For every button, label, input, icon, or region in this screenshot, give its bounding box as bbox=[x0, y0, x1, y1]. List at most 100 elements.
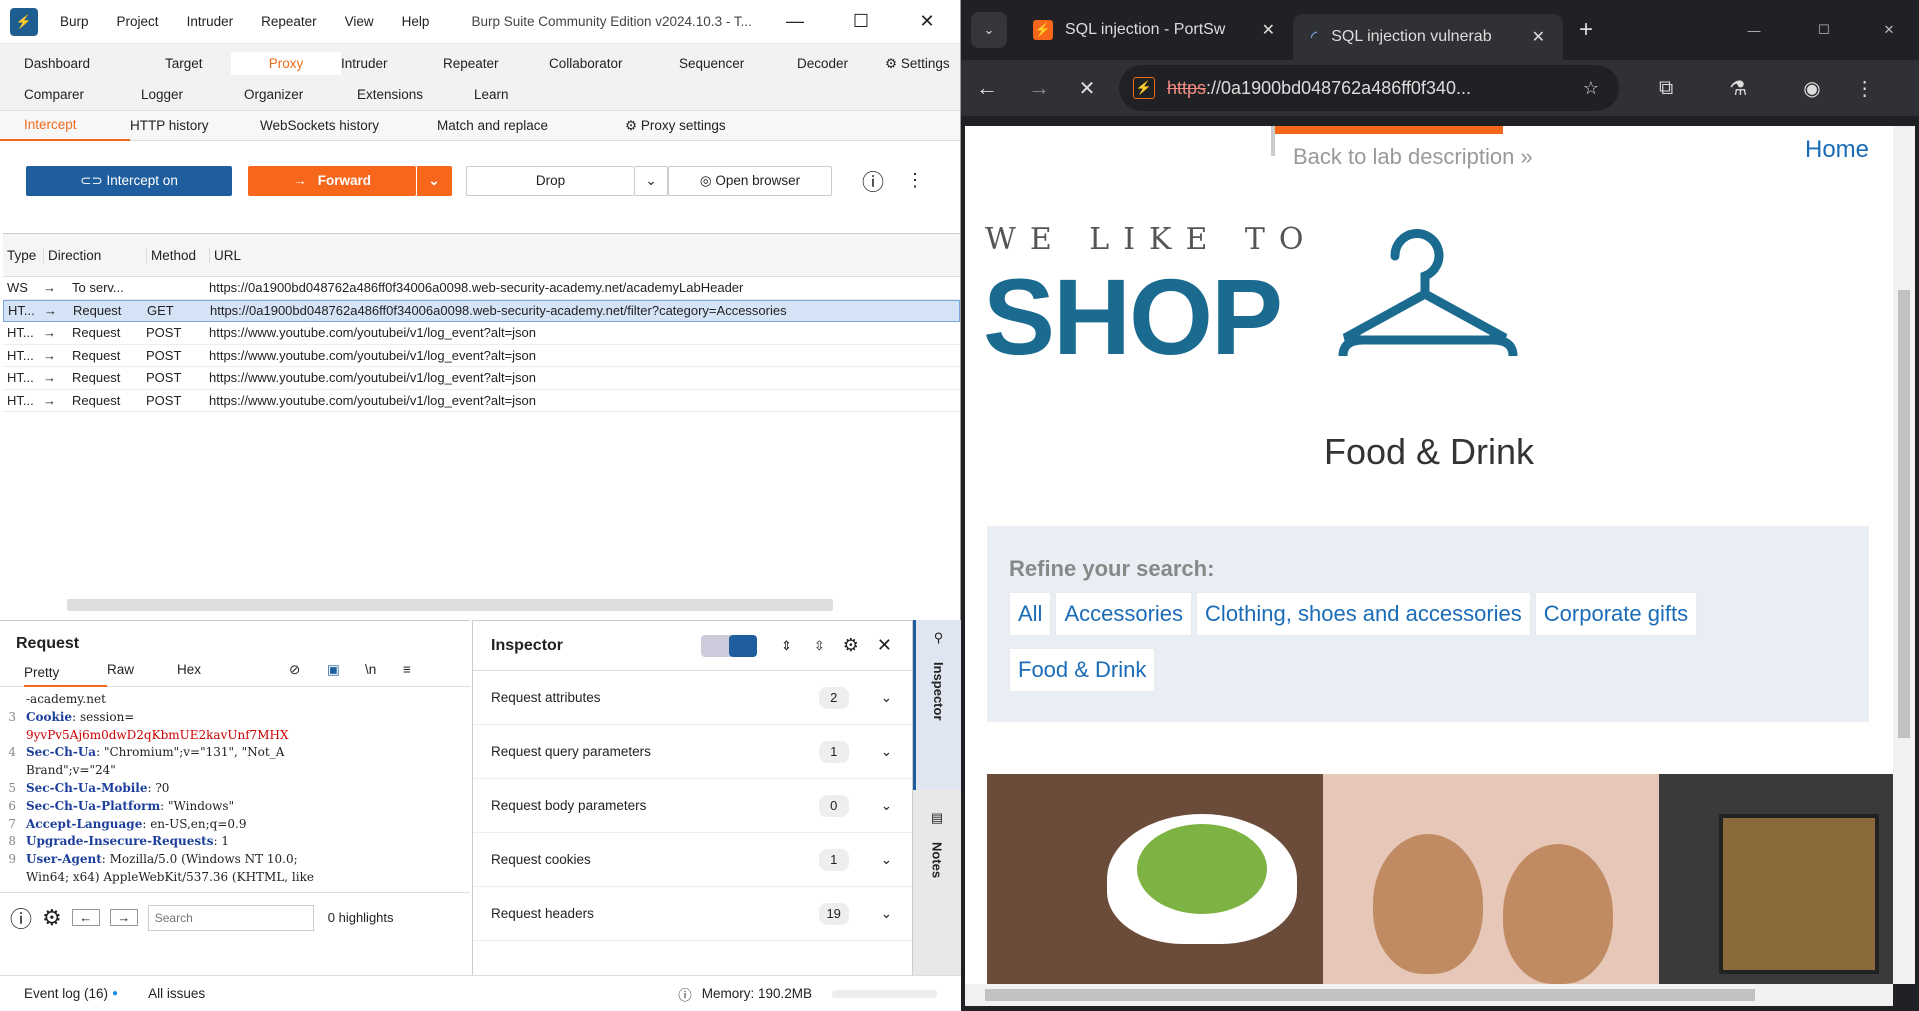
more-options-icon[interactable]: ⋮ bbox=[906, 170, 924, 191]
extensions-icon[interactable]: ⧉ bbox=[1659, 77, 1673, 100]
subtab-websockets-history[interactable]: WebSockets history bbox=[260, 118, 437, 133]
menu-help[interactable]: Help bbox=[402, 14, 430, 29]
inspector-section[interactable]: Request body parameters 0 ⌄ bbox=[473, 779, 912, 833]
open-browser-button[interactable]: ◎ Open browser bbox=[668, 165, 832, 196]
subtab-intercept[interactable]: Intercept bbox=[0, 111, 130, 141]
table-row[interactable]: WS → To serv... https://0a1900bd048762a4… bbox=[3, 277, 960, 300]
product-image-grill[interactable] bbox=[1659, 774, 1893, 984]
event-log-link[interactable]: Event log (16) bbox=[24, 986, 108, 1001]
forward-button[interactable]: → Forward bbox=[248, 165, 416, 196]
menu-icon[interactable]: ⋮ bbox=[1855, 76, 1875, 101]
all-issues-link[interactable]: All issues bbox=[148, 986, 205, 1001]
wrap-icon[interactable]: ▣ bbox=[327, 662, 365, 678]
inspector-section[interactable]: Request attributes 2 ⌄ bbox=[473, 671, 912, 725]
side-tab-inspector[interactable]: ⚲ Inspector bbox=[913, 620, 961, 790]
hide-icon[interactable]: ⊘ bbox=[289, 662, 327, 678]
tab-settings[interactable]: ⚙ Settings bbox=[885, 56, 950, 72]
drop-button[interactable]: Drop bbox=[466, 165, 634, 196]
close-icon[interactable]: ✕ bbox=[1859, 22, 1919, 38]
proxy-settings-button[interactable]: ⚙ Proxy settings bbox=[625, 118, 726, 134]
back-arrow-icon[interactable]: ← bbox=[71, 909, 100, 926]
minimize-icon[interactable]: — bbox=[1719, 23, 1789, 38]
tab-repeater[interactable]: Repeater bbox=[443, 56, 549, 71]
browser-tab-2[interactable]: ◜ SQL injection vulnerab ✕ bbox=[1293, 14, 1563, 60]
back-to-lab-home-button[interactable] bbox=[1273, 126, 1503, 134]
new-tab-icon[interactable]: + bbox=[1579, 16, 1593, 44]
tab-decoder[interactable]: Decoder bbox=[797, 56, 885, 71]
forward-dropdown-icon[interactable]: ⌄ bbox=[416, 165, 452, 196]
tab-search-icon[interactable]: ⌄ bbox=[971, 12, 1007, 48]
forward-icon[interactable]: → bbox=[1013, 75, 1065, 101]
menu-view[interactable]: View bbox=[345, 14, 374, 29]
col-direction[interactable]: Direction bbox=[43, 247, 146, 263]
address-bar[interactable]: ⚡ https ://0a1900bd048762a486ff0f340... … bbox=[1119, 65, 1619, 111]
table-row[interactable]: HT... → Request GET https://0a1900bd0487… bbox=[3, 299, 960, 322]
subtab-http-history[interactable]: HTTP history bbox=[130, 118, 260, 133]
tab-extensions[interactable]: Extensions bbox=[357, 87, 474, 102]
category-filter[interactable]: Corporate gifts bbox=[1534, 592, 1698, 636]
close-tab-icon[interactable]: ✕ bbox=[1532, 27, 1545, 47]
category-filter[interactable]: Food & Drink bbox=[1009, 648, 1156, 692]
intercept-toggle-button[interactable]: ⊂⊃ Intercept on bbox=[26, 165, 232, 196]
product-image-sprouts[interactable] bbox=[987, 774, 1323, 984]
product-image-eggs[interactable] bbox=[1323, 774, 1659, 984]
tab-collaborator[interactable]: Collaborator bbox=[549, 56, 679, 71]
table-row[interactable]: HT... → Request POST https://www.youtube… bbox=[3, 390, 960, 412]
category-filter[interactable]: All bbox=[1009, 592, 1052, 636]
back-to-description-link[interactable]: Back to lab description » bbox=[1293, 144, 1533, 170]
labs-icon[interactable]: ⚗ bbox=[1729, 76, 1747, 101]
inspector-section[interactable]: Request headers 19 ⌄ bbox=[473, 887, 912, 941]
forward-arrow-icon[interactable]: → bbox=[109, 909, 138, 926]
vertical-scrollbar[interactable] bbox=[1893, 126, 1915, 984]
site-info-icon[interactable]: ⚡ bbox=[1133, 77, 1155, 99]
category-filter[interactable]: Clothing, shoes and accessories bbox=[1196, 592, 1531, 636]
close-icon[interactable]: ✕ bbox=[877, 635, 892, 656]
collapse-icon[interactable]: ⇳ bbox=[814, 638, 825, 654]
tab-learn[interactable]: Learn bbox=[474, 87, 509, 102]
bookmark-star-icon[interactable]: ☆ bbox=[1583, 78, 1599, 99]
menu-intruder[interactable]: Intruder bbox=[187, 14, 234, 29]
request-editor[interactable]: -academy.net 3 Cookie: session= 9yvPv5Aj6m0… bbox=[0, 687, 470, 892]
tab-organizer[interactable]: Organizer bbox=[244, 87, 357, 102]
side-tab-notes[interactable]: ▤ Notes bbox=[913, 790, 961, 878]
scroll-thumb[interactable] bbox=[1898, 290, 1910, 738]
browser-tab-1[interactable]: ⚡ SQL injection - PortSw ✕ bbox=[1015, 11, 1293, 49]
search-input[interactable] bbox=[147, 904, 314, 931]
horizontal-scrollbar[interactable] bbox=[67, 599, 833, 611]
tab-sequencer[interactable]: Sequencer bbox=[679, 56, 797, 71]
inspector-section[interactable]: Request query parameters 1 ⌄ bbox=[473, 725, 912, 779]
drop-dropdown-icon[interactable]: ⌄ bbox=[634, 165, 668, 196]
menu-icon[interactable]: ≡ bbox=[403, 662, 411, 677]
tab-comparer[interactable]: Comparer bbox=[24, 87, 141, 102]
tab-intruder[interactable]: Intruder bbox=[341, 56, 443, 71]
maximize-icon[interactable]: ☐ bbox=[828, 11, 894, 32]
newline-icon[interactable]: \n bbox=[365, 662, 403, 677]
home-link[interactable]: Home bbox=[1805, 136, 1869, 164]
col-type[interactable]: Type bbox=[3, 248, 43, 263]
minimize-icon[interactable]: — bbox=[762, 11, 828, 32]
inspector-section[interactable]: Request cookies 1 ⌄ bbox=[473, 833, 912, 887]
table-row[interactable]: HT... → Request POST https://www.youtube… bbox=[3, 345, 960, 367]
tab-raw[interactable]: Raw bbox=[107, 662, 177, 677]
table-row[interactable]: HT... → Request POST https://www.youtube… bbox=[3, 322, 960, 345]
stop-icon[interactable]: ✕ bbox=[1065, 76, 1109, 101]
col-method[interactable]: Method bbox=[146, 247, 209, 263]
tab-proxy[interactable]: Proxy bbox=[231, 52, 341, 75]
close-tab-icon[interactable]: ✕ bbox=[1262, 20, 1275, 40]
maximize-icon[interactable]: ☐ bbox=[1789, 22, 1859, 38]
category-filter[interactable]: Accessories bbox=[1055, 592, 1193, 636]
menu-project[interactable]: Project bbox=[117, 14, 159, 29]
back-icon[interactable]: ← bbox=[961, 75, 1013, 101]
menu-repeater[interactable]: Repeater bbox=[261, 14, 317, 29]
layout-toggle-icon[interactable] bbox=[700, 634, 757, 657]
scroll-thumb-h[interactable] bbox=[985, 989, 1755, 1001]
col-url[interactable]: URL bbox=[209, 247, 960, 263]
table-row[interactable]: HT... → Request POST https://www.youtube… bbox=[3, 367, 960, 390]
help-icon[interactable]: ⓘ bbox=[10, 902, 32, 934]
gear-icon[interactable]: ⚙ bbox=[843, 635, 859, 656]
tab-dashboard[interactable]: Dashboard bbox=[24, 56, 165, 71]
tab-pretty[interactable]: Pretty bbox=[24, 653, 107, 687]
menu-burp[interactable]: Burp bbox=[60, 14, 89, 29]
subtab-match-replace[interactable]: Match and replace bbox=[437, 118, 625, 133]
close-icon[interactable]: ✕ bbox=[894, 11, 960, 32]
